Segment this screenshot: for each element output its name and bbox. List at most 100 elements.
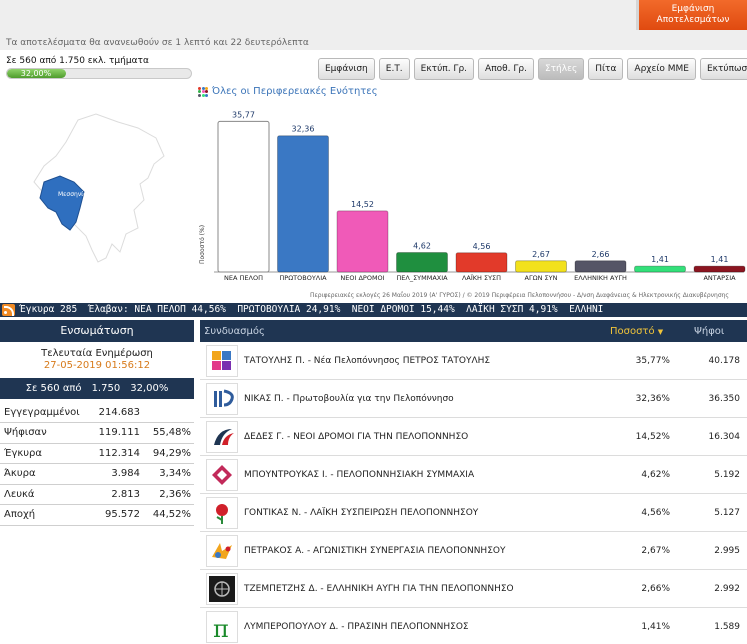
col-percent-header[interactable]: Ποσοστό ▼	[610, 326, 674, 337]
stats-pct: 44,52%	[140, 504, 194, 526]
result-pct: 35,77%	[635, 355, 670, 366]
col-votes-header[interactable]: Ψήφοι	[674, 326, 747, 337]
chart-dots-icon	[198, 86, 208, 97]
result-pct: 2,66%	[641, 583, 670, 594]
laiki-syspeirosi-logo	[206, 496, 238, 529]
last-update-date: 27-05-2019 01:56:12	[43, 360, 151, 371]
chart-category-label: ΠΡΩΤΟΒΟΥΛΙΑ	[279, 274, 327, 282]
elliniki-avgi-logo	[206, 572, 238, 605]
result-votes: 5.127	[714, 507, 740, 518]
toolbar: Εμφάνιση Ε.Τ. Εκτύπ. Γρ. Αποθ. Γρ. Στήλες Πίτ…	[318, 58, 747, 80]
chart-bar[interactable]	[217, 120, 270, 273]
toolbar-button-2[interactable]: Εκτύπ. Γρ.	[413, 58, 475, 80]
svg-text:π: π	[213, 615, 229, 641]
result-pct: 4,62%	[641, 469, 670, 480]
last-update-label: Τελευταία Ενημέρωση	[41, 348, 153, 359]
toolbar-button-7[interactable]: Εκτύπωση	[699, 58, 747, 80]
stats-value: 2.813	[82, 484, 140, 505]
progress-percent: 32,00%	[20, 69, 52, 78]
chart-category-label: ΝΕΟΙ ΔΡΟΜΟΙ	[340, 274, 384, 282]
chart-category-label: ΑΝΤΑΡΣΙΑ	[703, 274, 736, 282]
result-pct: 2,67%	[641, 545, 670, 556]
stats-pct: 94,29%	[140, 443, 194, 464]
stats-label: Αποχή	[0, 504, 82, 526]
chart-bar[interactable]	[693, 265, 746, 273]
stats-label: Λευκά	[0, 484, 82, 505]
toolbar-button-5[interactable]: Πίτα	[588, 58, 624, 80]
show-results-button[interactable]: Εμφάνιση Αποτελεσμάτων	[636, 0, 747, 30]
stats-label: Εγγεγραμμένοι	[0, 402, 82, 423]
result-pct: 1,41%	[641, 621, 670, 632]
stats-pct: 55,48%	[140, 422, 194, 444]
results-rows: ΤΑΤΟΥΛΗΣ Π. - Νέα Πελοπόννησος ΠΕΤΡΟΣ ΤΑ…	[200, 342, 747, 644]
chart-bar[interactable]	[574, 260, 627, 273]
chart-value-label: 4,62	[413, 242, 431, 251]
result-name: ΔΕΔΕΣ Γ. - ΝΕΟΙ ΔΡΟΜΟΙ ΓΙΑ ΤΗΝ ΠΕΛΟΠΟΝΝΗ…	[244, 431, 469, 442]
results-table: Συνδυασμός Ποσοστό ▼ Ψήφοι ΤΑΤΟΥΛΗΣ Π. -…	[200, 320, 747, 644]
stats-label: Άκυρα	[0, 463, 82, 485]
stats-value: 119.111	[82, 422, 140, 444]
stats-value: 214.683	[82, 402, 140, 423]
stats-row: Αποχή 95.572 44,52%	[0, 504, 194, 526]
region-map: Μεσσηνίας	[33, 113, 165, 263]
chart-bar[interactable]	[634, 265, 686, 273]
counted-percent: 32,00%	[130, 383, 169, 394]
neoi-dromoi-logo	[206, 420, 238, 453]
chart-bar[interactable]	[336, 210, 389, 273]
result-votes: 1.589	[714, 621, 740, 632]
result-votes: 5.192	[714, 469, 740, 480]
news-ticker: Έγκυρα 285 Έλαβαν: ΝΕΑ ΠΕΛΟΠ 44,56% ΠΡΩΤ…	[0, 303, 747, 317]
result-name: ΤΖΕΜΠΕΤΖΗΣ Δ. - ΕΛΛΗΝΙΚΗ ΑΥΓΗ ΓΙΑ ΤΗΝ ΠΕ…	[244, 583, 514, 594]
nea-peloponnisos-logo	[206, 344, 238, 377]
stats-pct	[140, 402, 194, 423]
toolbar-button-0[interactable]: Εμφάνιση	[318, 58, 375, 80]
chart-bar[interactable]	[455, 252, 508, 273]
show-results-label-1: Εμφάνιση	[671, 4, 715, 14]
stats-pct: 3,34%	[140, 463, 194, 485]
result-votes: 2.992	[714, 583, 740, 594]
result-name: ΜΠΟΥΝΤΡΟΥΚΑΣ Ι. - ΠΕΛΟΠΟΝΝΗΣΙΑΚΗ ΣΥΜΜΑΧΙ…	[244, 469, 475, 480]
result-name: ΛΥΜΠΕΡΟΠΟΥΛΟΥ Δ. - ΠΡΑΣΙΝΗ ΠΕΛΟΠΟΝΝΗΣΟΣ	[244, 621, 469, 632]
results-page: { "header": { "refresh_note": "Τα αποτελ…	[0, 0, 747, 644]
col-coalition-header[interactable]: Συνδυασμός	[200, 326, 610, 337]
result-row[interactable]: ΝΙΚΑΣ Π. - Πρωτοβουλία για την Πελοπόννη…	[200, 380, 747, 418]
refresh-note: Τα αποτελέσματα θα ανανεωθούν σε 1 λεπτό…	[6, 38, 309, 48]
chart-category-label: ΕΛΛΗΝΙΚΗ ΑΥΓΗ	[574, 274, 627, 282]
stats-row: Άκυρα 3.984 3,34%	[0, 463, 194, 485]
result-name: ΓΟΝΤΙΚΑΣ Ν. - ΛΑΪΚΗ ΣΥΣΠΕΙΡΩΣΗ ΠΕΛΟΠΟΝΝΗ…	[244, 507, 479, 518]
toolbar-button-4[interactable]: Στήλες	[537, 58, 585, 80]
toolbar-button-6[interactable]: Αρχείο ΜΜΕ	[627, 58, 696, 80]
rss-icon[interactable]	[2, 304, 15, 316]
chart-y-axis-label: Ποσοστό (%)	[199, 225, 206, 264]
show-results-label-2: Αποτελεσμάτων	[656, 15, 730, 25]
result-row[interactable]: ΔΕΔΕΣ Γ. - ΝΕΟΙ ΔΡΟΜΟΙ ΓΙΑ ΤΗΝ ΠΕΛΟΠΟΝΝΗ…	[200, 418, 747, 456]
chart-category-label: ΠΕΛ_ΣΥΜΜΑΧΙΑ	[396, 274, 448, 282]
result-name: ΝΙΚΑΣ Π. - Πρωτοβουλία για την Πελοπόννη…	[244, 393, 454, 404]
result-row[interactable]: ΤΖΕΜΠΕΤΖΗΣ Δ. - ΕΛΛΗΝΙΚΗ ΑΥΓΗ ΓΙΑ ΤΗΝ ΠΕ…	[200, 570, 747, 608]
result-row[interactable]: ΠΕΤΡΑΚΟΣ Α. - ΑΓΩΝΙΣΤΙΚΗ ΣΥΝΕΡΓΑΣΙΑ ΠΕΛΟ…	[200, 532, 747, 570]
result-votes: 40.178	[708, 355, 741, 366]
chart-category-label: ΑΓΩΝ ΣΥΝ	[525, 274, 558, 282]
protovoulia-logo	[206, 382, 238, 415]
chart-category-label: ΝΕΑ ΠΕΛΟΠ	[224, 274, 263, 282]
stats-value: 112.314	[82, 443, 140, 464]
result-row[interactable]: ΓΟΝΤΙΚΑΣ Ν. - ΛΑΪΚΗ ΣΥΣΠΕΙΡΩΣΗ ΠΕΛΟΠΟΝΝΗ…	[200, 494, 747, 532]
progress-label: Σε 560 από 1.750 εκλ. τμήματα	[6, 56, 149, 66]
chart-bar[interactable]	[396, 252, 448, 273]
result-name: ΠΕΤΡΑΚΟΣ Α. - ΑΓΩΝΙΣΤΙΚΗ ΣΥΝΕΡΓΑΣΙΑ ΠΕΛΟ…	[244, 545, 506, 556]
chart-value-label: 14,52	[351, 200, 374, 209]
chart-title[interactable]: Όλες οι Περιφερειακές Ενότητες	[198, 86, 378, 97]
sort-desc-icon: ▼	[657, 327, 664, 336]
toolbar-button-1[interactable]: Ε.Τ.	[378, 58, 410, 80]
result-row[interactable]: ΜΠΟΥΝΤΡΟΥΚΑΣ Ι. - ΠΕΛΟΠΟΝΝΗΣΙΑΚΗ ΣΥΜΜΑΧΙ…	[200, 456, 747, 494]
result-votes: 2.995	[714, 545, 740, 556]
chart-bar[interactable]	[515, 260, 567, 273]
result-row[interactable]: π ΛΥΜΠΕΡΟΠΟΥΛΟΥ Δ. - ΠΡΑΣΙΝΗ ΠΕΛΟΠΟΝΝΗΣΟΣ…	[200, 608, 747, 644]
chart-value-label: 1,41	[711, 255, 729, 264]
integration-panel: Ενσωμάτωση Τελευταία Ενημέρωση 27-05-201…	[0, 320, 194, 644]
result-row[interactable]: ΤΑΤΟΥΛΗΣ Π. - Νέα Πελοπόννησος ΠΕΤΡΟΣ ΤΑ…	[200, 342, 747, 380]
chart-bar[interactable]	[277, 135, 329, 273]
stats-row: Έγκυρα 112.314 94,29%	[0, 443, 194, 464]
col-percent-label: Ποσοστό	[610, 325, 655, 337]
toolbar-button-3[interactable]: Αποθ. Γρ.	[478, 58, 534, 80]
